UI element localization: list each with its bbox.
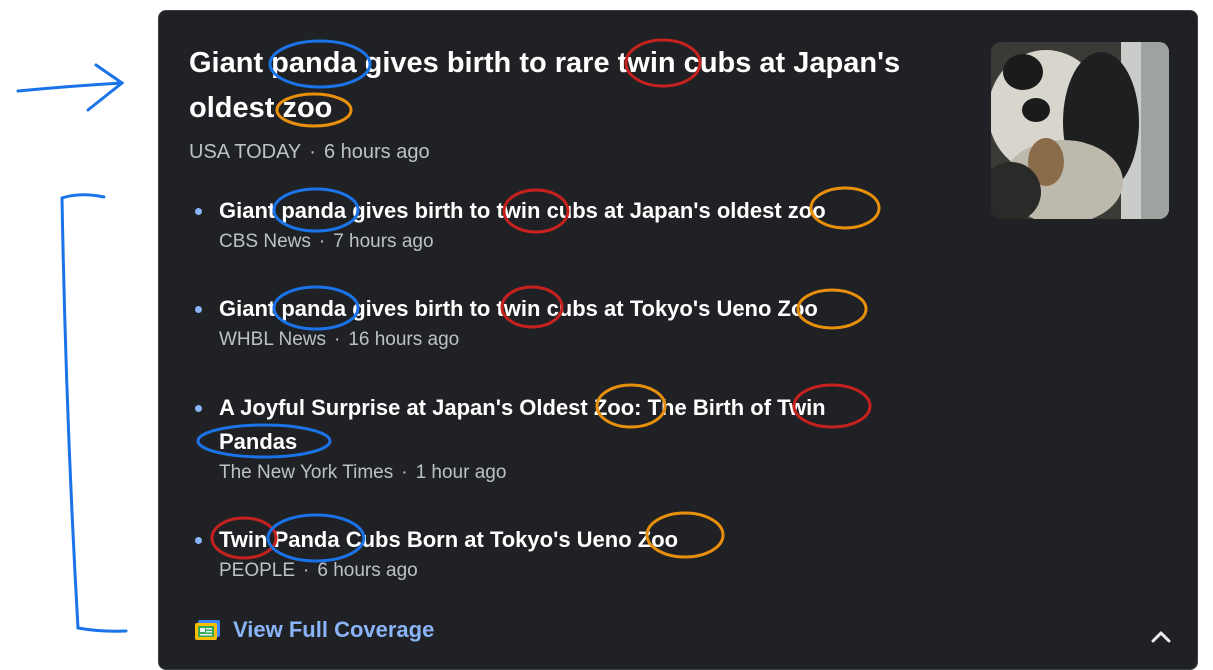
view-full-coverage-label[interactable]: View Full Coverage bbox=[233, 617, 434, 643]
headline-time: 6 hours ago bbox=[323, 141, 430, 163]
story-time: 7 hours ago bbox=[333, 231, 434, 252]
story-source: WHBL News bbox=[219, 329, 326, 350]
story-title-link[interactable]: Giant panda gives birth to twin cubs at … bbox=[219, 194, 915, 228]
bracket-annotation bbox=[60, 193, 128, 633]
headline-source-line: USA TODAY · 6 hours ago bbox=[189, 141, 430, 163]
story-source-line: CBS News · 7 hours ago bbox=[219, 231, 434, 252]
story-item: A Joyful Surprise at Japan's Oldest Zoo:… bbox=[195, 391, 915, 485]
panda-thumbnail[interactable] bbox=[991, 42, 1169, 219]
story-time: 16 hours ago bbox=[348, 329, 460, 350]
story-item: Giant panda gives birth to twin cubs at … bbox=[195, 292, 915, 352]
headline-source: USA TODAY bbox=[189, 141, 302, 163]
story-title-link[interactable]: Giant panda gives birth to twin cubs at … bbox=[219, 292, 915, 326]
headline-link[interactable]: Giant panda gives birth to rare twin cub… bbox=[189, 41, 949, 131]
story-source-line: PEOPLE · 6 hours ago bbox=[219, 560, 418, 581]
bullet-dot bbox=[195, 208, 202, 215]
bullet-dot bbox=[195, 537, 202, 544]
chevron-up-icon[interactable] bbox=[1147, 623, 1175, 651]
bullet-dot bbox=[195, 306, 202, 313]
story-source-line: The New York Times · 1 hour ago bbox=[219, 462, 507, 483]
story-source-line: WHBL News · 16 hours ago bbox=[219, 329, 460, 350]
story-item: Twin Panda Cubs Born at Tokyo's Ueno Zoo… bbox=[195, 523, 915, 583]
arrow-annotation bbox=[16, 81, 124, 93]
story-source: CBS News bbox=[219, 231, 311, 252]
story-source: PEOPLE bbox=[219, 560, 296, 581]
story-title-link[interactable]: A Joyful Surprise at Japan's Oldest Zoo:… bbox=[219, 391, 859, 459]
news-card: Giant panda gives birth to rare twin cub… bbox=[158, 10, 1198, 670]
story-source: The New York Times bbox=[219, 462, 394, 483]
panda-photo-image bbox=[991, 42, 1169, 219]
bullet-dot bbox=[195, 405, 202, 412]
story-item: Giant panda gives birth to twin cubs at … bbox=[195, 194, 915, 254]
story-title-link[interactable]: Twin Panda Cubs Born at Tokyo's Ueno Zoo bbox=[219, 523, 915, 557]
story-time: 6 hours ago bbox=[317, 560, 418, 581]
story-time: 1 hour ago bbox=[415, 462, 507, 483]
newspaper-icon bbox=[195, 620, 220, 640]
view-full-coverage-button[interactable]: View Full Coverage bbox=[195, 617, 434, 643]
